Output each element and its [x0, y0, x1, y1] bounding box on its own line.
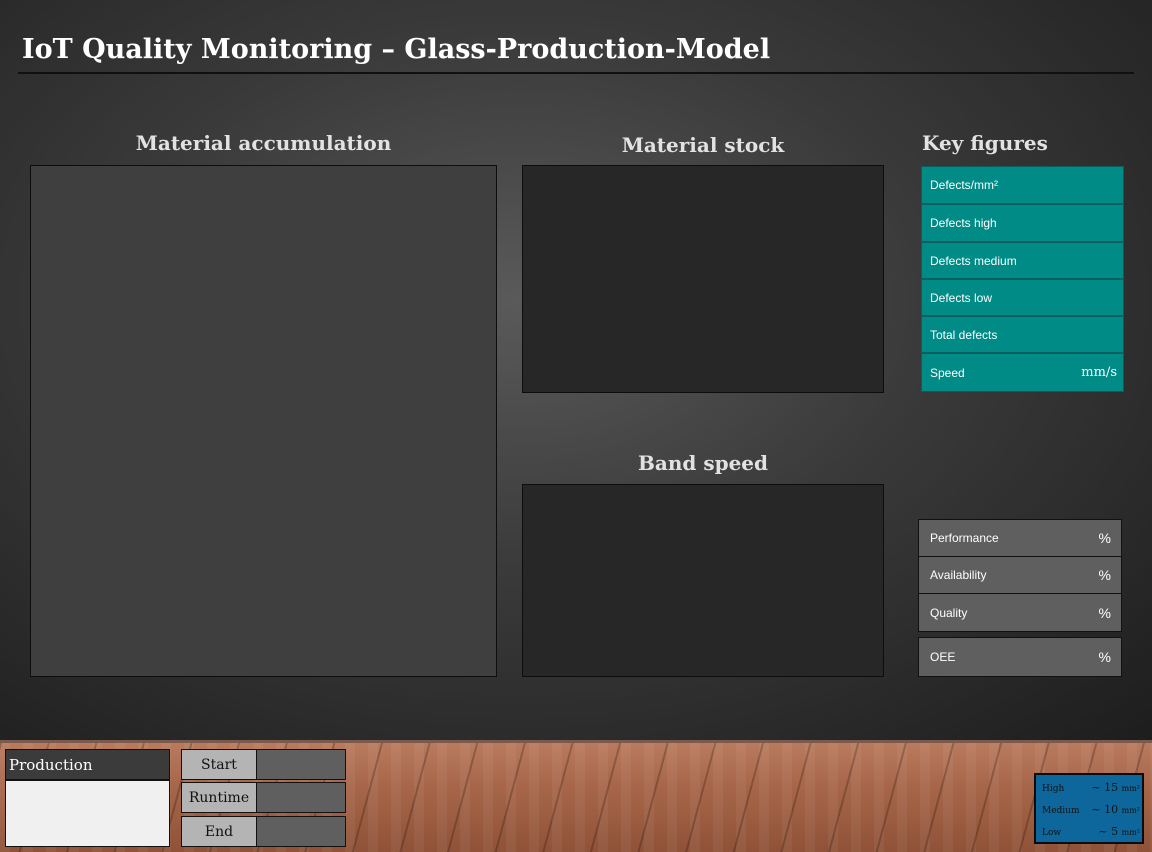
kf-unit: mm/s — [1081, 365, 1117, 380]
kf-label: Speed — [930, 365, 965, 380]
legend-unit: mm² — [1121, 828, 1140, 837]
oee-label: Availability — [930, 568, 987, 582]
oee-performance: Performance % — [918, 519, 1122, 557]
kf-defects-low: Defects low — [921, 279, 1124, 316]
key-figures-heading: Key figures — [922, 131, 1048, 155]
material-stock-heading: Material stock — [621, 133, 785, 157]
oee-unit: % — [1098, 649, 1111, 665]
end-value — [256, 816, 346, 847]
legend-value: ~ 5 — [1098, 825, 1119, 838]
kf-speed: Speed mm/s — [921, 353, 1124, 392]
legend-label: Low — [1042, 828, 1062, 838]
legend-row-medium: Medium ~ 10 mm² — [1042, 803, 1140, 816]
kf-defects-medium: Defects medium — [921, 242, 1124, 279]
kf-label: Defects medium — [930, 253, 1017, 268]
oee-unit: % — [1098, 604, 1111, 621]
oee-quality: Quality % — [918, 593, 1122, 632]
kf-defects-high: Defects high — [921, 204, 1124, 242]
start-label: Start — [181, 749, 257, 780]
material-accumulation-heading: Material accumulation — [135, 131, 392, 155]
legend-value: ~ 10 — [1091, 803, 1119, 816]
legend-label: High — [1042, 784, 1065, 794]
kf-label: Defects/mm² — [930, 178, 999, 192]
page-title: IoT Quality Monitoring – Glass-Productio… — [22, 34, 771, 65]
legend-row-low: Low ~ 5 mm² — [1042, 825, 1140, 838]
title-divider — [18, 72, 1134, 74]
production-value-field — [5, 780, 170, 847]
oee-unit: % — [1098, 567, 1111, 583]
runtime-label: Runtime — [181, 782, 257, 813]
oee-label: Quality — [930, 605, 968, 620]
end-label: End — [181, 816, 257, 847]
kf-defects-per-mm2: Defects/mm² — [921, 166, 1124, 204]
oee-unit: % — [1098, 530, 1111, 546]
start-value — [256, 749, 346, 780]
oee-total: OEE % — [918, 637, 1122, 677]
runtime-value — [256, 782, 346, 813]
defect-size-legend: High ~ 15 mm² Medium ~ 10 mm² Low ~ 5 mm… — [1034, 773, 1144, 844]
band-speed-panel — [522, 484, 884, 677]
oee-label: OEE — [930, 650, 956, 664]
kf-total-defects: Total defects — [921, 316, 1124, 353]
legend-row-high: High ~ 15 mm² — [1042, 781, 1140, 794]
kf-label: Defects high — [930, 216, 997, 230]
kf-label: Defects low — [930, 290, 993, 305]
kf-label: Total defects — [930, 327, 998, 342]
legend-unit: mm² — [1121, 806, 1140, 815]
oee-label: Performance — [930, 531, 999, 545]
oee-availability: Availability % — [918, 556, 1122, 594]
legend-unit: mm² — [1121, 784, 1140, 793]
wooden-floor — [0, 743, 1152, 852]
production-label: Production — [5, 749, 170, 780]
band-speed-heading: Band speed — [637, 451, 769, 475]
material-accumulation-panel — [30, 165, 497, 677]
material-stock-panel — [522, 165, 884, 393]
legend-label: Medium — [1042, 806, 1080, 816]
legend-value: ~ 15 — [1091, 781, 1119, 794]
